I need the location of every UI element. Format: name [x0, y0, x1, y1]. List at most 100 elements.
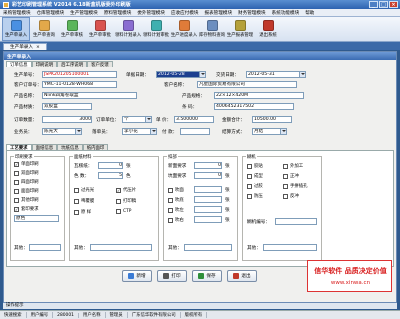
subtab[interactable]: 后工序说明 [57, 61, 88, 68]
box-row-option[interactable]: 吹右 [168, 217, 184, 223]
menu-item[interactable]: 仓库管理模块 [34, 10, 68, 16]
sheet-field[interactable]: 0 [98, 162, 123, 169]
exit-button[interactable]: 退出 [227, 270, 257, 282]
remark-field[interactable] [275, 218, 317, 225]
toolbar-button[interactable]: 库存物料查询 [198, 17, 226, 41]
paste-option[interactable]: 胶贴 [247, 163, 263, 169]
exit-button[interactable]: 退出系统 [254, 17, 282, 41]
toolbar-button[interactable]: 生产进度录入 [170, 17, 198, 41]
box-row-option[interactable]: 吹面 [168, 187, 184, 193]
pay-label: 付 款： [162, 130, 178, 135]
other-label: 其他： [14, 246, 28, 251]
other-field[interactable] [184, 244, 232, 251]
paper-option[interactable]: ✓ 代压片 [116, 187, 136, 193]
paper-option[interactable]: 原 样 [74, 209, 91, 215]
box-row-field[interactable]: 0 [194, 162, 222, 169]
date-field[interactable]: 2012-05-28 [156, 71, 206, 78]
toolbar-button[interactable]: 生产单录入 [2, 17, 30, 41]
menu-item[interactable]: 系统功能模块 [269, 10, 303, 16]
material-field[interactable]: 双胶盒 [42, 103, 92, 110]
paste-option[interactable]: 成型 [247, 173, 263, 179]
paper-option[interactable]: 过光光 [74, 187, 94, 193]
status-search[interactable]: 快速搜索 [0, 312, 27, 318]
paste-option[interactable]: 手拼插孔 [283, 183, 308, 189]
print-option[interactable]: ✓ 套印要求 [14, 206, 39, 212]
code-field[interactable]: 4006452317502 [214, 103, 294, 110]
paper-option[interactable]: CTP [116, 209, 131, 214]
box-row-field[interactable] [194, 216, 222, 223]
product-field[interactable]: Nlink四角卷取盒 [42, 92, 137, 99]
toolbar-button[interactable]: 生产单审核 [58, 17, 86, 41]
maximize-icon[interactable]: □ [379, 1, 388, 8]
toolbar-button[interactable]: 生产报表管理 [226, 17, 254, 41]
box-row-option[interactable]: 吹左 [168, 207, 184, 213]
chevron-down-icon[interactable] [280, 129, 286, 134]
paste-option[interactable]: 外加工 [283, 163, 303, 169]
settle-field[interactable]: 月结 [252, 128, 287, 135]
chevron-down-icon[interactable] [199, 72, 205, 77]
print-option[interactable]: 面面印刷 [14, 188, 39, 194]
paper-option[interactable]: 啤覆膜 [74, 198, 94, 204]
toolbar-button[interactable]: 生产单审批 [86, 17, 114, 41]
salesman-field[interactable]: 陈光大 [42, 128, 82, 135]
other-field[interactable] [263, 244, 317, 251]
menu-item[interactable]: 财务管理模块 [235, 10, 269, 16]
toolbar-button[interactable]: 领料计划录入 [114, 17, 142, 41]
unit-field[interactable]: 个 [122, 116, 152, 123]
menu-item[interactable]: 应收应付模块 [168, 10, 202, 16]
box-row-field[interactable]: 0 [194, 172, 222, 179]
tab-production-entry[interactable]: 生产单录入 × [3, 43, 47, 50]
other-field[interactable] [29, 244, 61, 251]
order-no-field[interactable]: JSPK201205100001 [42, 71, 117, 78]
chevron-down-icon[interactable] [299, 72, 305, 77]
new-button[interactable]: 新增 [122, 270, 152, 282]
remark-label: 糊机编号： [247, 220, 270, 225]
print-option[interactable]: 四面印刷 [14, 179, 39, 185]
menu-item[interactable]: 生产管理模块 [67, 10, 101, 16]
subtab[interactable]: 客户反馈 [87, 61, 113, 68]
box-row-field[interactable] [194, 206, 222, 213]
chevron-down-icon[interactable] [75, 129, 81, 134]
menu-item[interactable]: 报表管理模块 [201, 10, 235, 16]
paste-option[interactable]: 过胶 [247, 183, 263, 189]
product-label: 产品名称： [14, 94, 37, 99]
menu-item[interactable]: 原料管理模块 [101, 10, 135, 16]
customer-field[interactable]: 凡星国际贸易有限公司 [197, 81, 297, 88]
cust-order-field[interactable]: YMC-11-0128-WH068 [42, 81, 117, 88]
menu-item[interactable]: 委外管理模块 [134, 10, 168, 16]
colors-field[interactable]: 5 [98, 172, 123, 179]
box-row-option[interactable]: 吹底 [168, 197, 184, 203]
print-extra-field[interactable]: 原色 [14, 215, 59, 222]
spec-field[interactable]: 22×12×420M [214, 92, 304, 99]
paste-option[interactable]: 防压 [247, 193, 263, 199]
paper-option[interactable]: 打印稿 [116, 198, 136, 204]
print-option[interactable]: 双面印刷 [14, 170, 39, 176]
amount-field[interactable]: 10500.00 [252, 116, 292, 123]
print-option[interactable]: ✓ 单面印刷 [14, 161, 39, 167]
chevron-down-icon[interactable] [145, 117, 151, 122]
close-icon[interactable]: × [389, 1, 398, 8]
delivery-field[interactable]: 2012-05-31 [246, 71, 306, 78]
pay-field[interactable] [180, 128, 210, 135]
close-icon[interactable]: × [36, 45, 40, 50]
paste-option[interactable]: 正冲 [283, 173, 299, 179]
save-button[interactable]: 保存 [192, 270, 222, 282]
minimize-icon[interactable]: _ [369, 1, 378, 8]
menu-item[interactable]: 采购管理模块 [0, 10, 34, 16]
chevron-down-icon[interactable] [150, 129, 156, 134]
toolbar-button[interactable]: 生产单查询 [30, 17, 58, 41]
promo-banner: 信华软件 品质决定价值 www.xinwa.cn [307, 260, 392, 292]
print-button[interactable]: 打印 [157, 270, 187, 282]
subtab[interactable]: 印刷说明 [31, 61, 58, 68]
paste-option[interactable]: 反冲 [283, 193, 299, 199]
toolbar-button[interactable]: 领料计划审批 [142, 17, 170, 41]
other-field[interactable] [90, 244, 152, 251]
maker-field[interactable]: 李小花 [122, 128, 157, 135]
subtab[interactable]: 订单信息 [6, 61, 32, 68]
print-option[interactable]: 其他印刷 [14, 197, 39, 203]
box-row-field[interactable] [194, 186, 222, 193]
price-field[interactable]: 3.500000 [174, 116, 214, 123]
menu-item[interactable]: 帮助 [302, 10, 317, 16]
box-row-field[interactable] [194, 196, 222, 203]
qty-field[interactable]: 3000 [42, 116, 92, 123]
